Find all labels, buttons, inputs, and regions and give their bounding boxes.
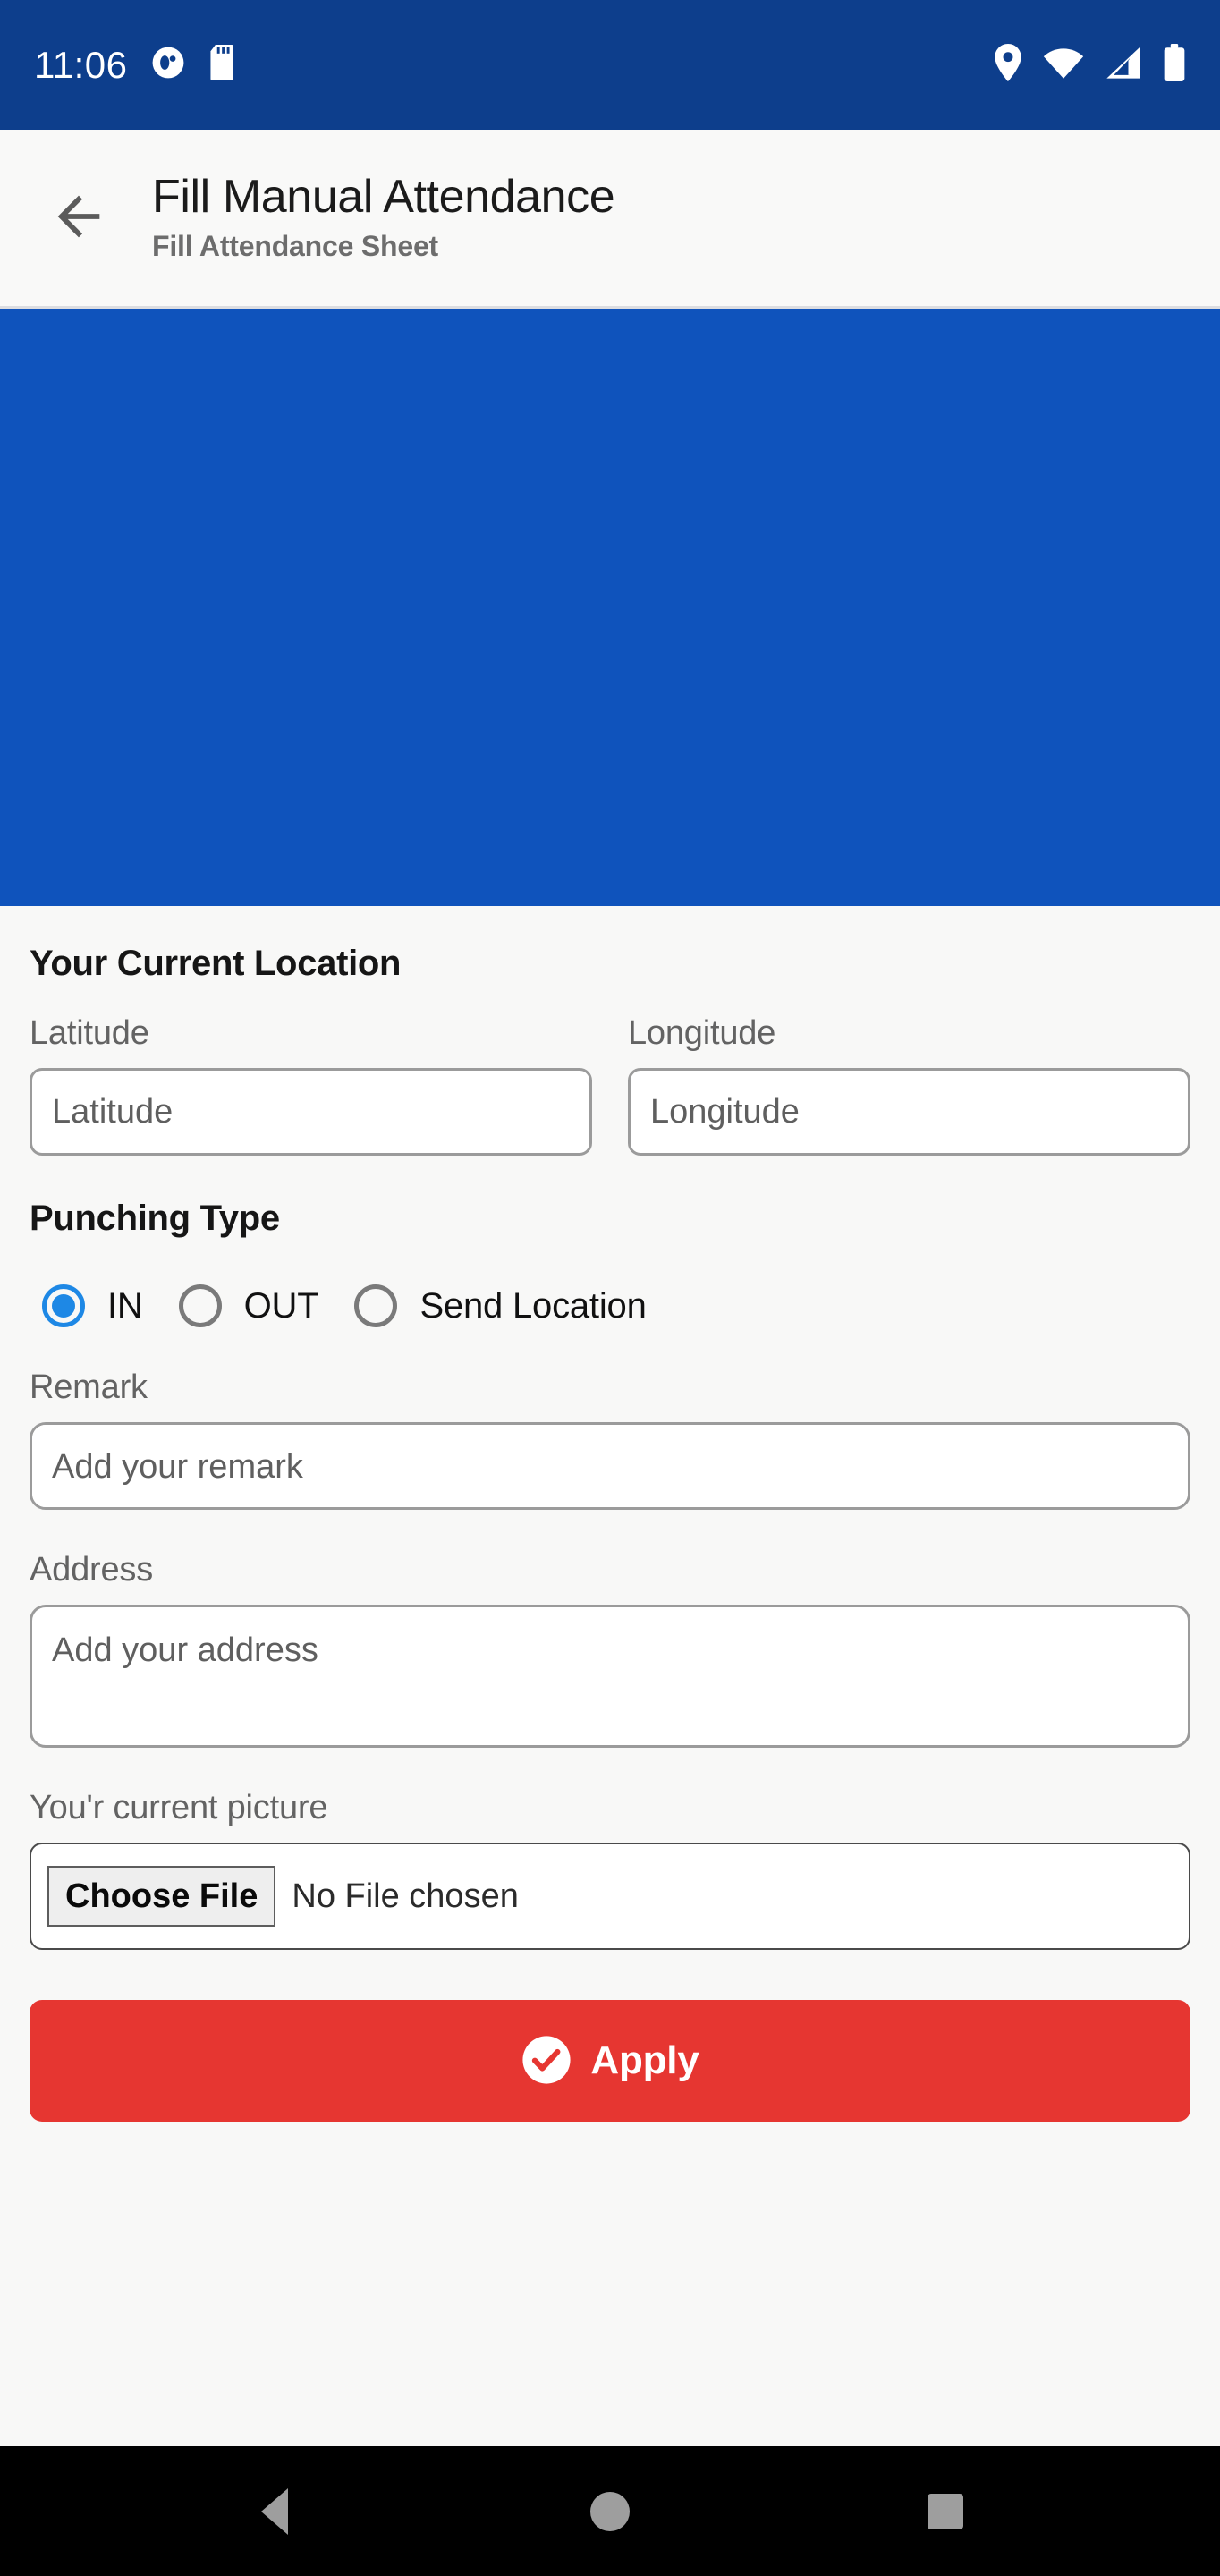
longitude-group: Longitude (628, 1014, 1190, 1156)
picture-label: You'r current picture (30, 1789, 328, 1826)
picture-group: You'r current picture Choose File No Fil… (30, 1789, 1190, 1950)
radio-label-send-location: Send Location (419, 1285, 647, 1326)
nav-back-icon (261, 2487, 289, 2535)
choose-file-button[interactable]: Choose File (47, 1866, 276, 1927)
latitude-label: Latitude (30, 1014, 149, 1052)
apply-button-label: Apply (590, 2038, 699, 2082)
nav-home-button[interactable] (556, 2458, 664, 2565)
status-bar-right (993, 44, 1186, 86)
map-placeholder[interactable] (0, 309, 1220, 906)
file-picker[interactable]: Choose File No File chosen (30, 1843, 1190, 1950)
longitude-label: Longitude (628, 1014, 776, 1052)
file-status-text: No File chosen (292, 1877, 519, 1915)
address-input[interactable] (30, 1605, 1190, 1748)
radio-label-in: IN (107, 1285, 143, 1326)
page-subtitle: Fill Attendance Sheet (152, 229, 439, 262)
back-arrow-icon (47, 185, 110, 250)
remark-input[interactable] (30, 1422, 1190, 1510)
back-button[interactable] (36, 175, 122, 261)
lat-lng-row: Latitude Longitude (30, 1014, 1190, 1156)
app-bar: Fill Manual Attendance Fill Attendance S… (0, 130, 1220, 309)
app-bar-titles: Fill Manual Attendance Fill Attendance S… (152, 170, 615, 266)
wifi-icon (1043, 47, 1084, 83)
radio-option-out[interactable]: OUT (178, 1284, 319, 1327)
radio-icon-send-location[interactable] (354, 1284, 398, 1327)
android-nav-bar (0, 2446, 1220, 2576)
radio-option-send-location[interactable]: Send Location (354, 1284, 647, 1327)
apply-button[interactable]: Apply (30, 2000, 1190, 2122)
remark-group: Remark (30, 1368, 1190, 1510)
longitude-input[interactable] (628, 1068, 1190, 1156)
radio-icon-in[interactable] (42, 1284, 85, 1327)
latitude-input[interactable] (30, 1068, 592, 1156)
app-circle-icon (151, 46, 185, 84)
sd-card-icon (208, 45, 239, 85)
radio-icon-out[interactable] (178, 1284, 222, 1327)
radio-option-in[interactable]: IN (42, 1284, 143, 1327)
latitude-group: Latitude (30, 1014, 592, 1156)
radio-label-out: OUT (243, 1285, 319, 1326)
page-title: Fill Manual Attendance (152, 170, 615, 223)
nav-recents-icon (927, 2493, 963, 2529)
status-bar: 11:06 (0, 0, 1220, 130)
location-pin-icon (993, 44, 1023, 86)
nav-back-button[interactable] (221, 2458, 328, 2565)
nav-home-icon (589, 2491, 630, 2531)
apply-section: Apply (30, 2000, 1190, 2150)
address-group: Address (30, 1551, 1190, 1748)
punching-type-heading: Punching Type (30, 1199, 280, 1238)
phone-screen: 11:06 Fill Manual Attendance Fill Attend… (0, 0, 1220, 2576)
punching-type-radio-group: IN OUT Send Location (30, 1284, 1190, 1327)
status-clock: 11:06 (34, 43, 128, 86)
battery-icon (1163, 44, 1186, 86)
signal-bars-icon (1104, 46, 1143, 84)
check-circle-icon (521, 2034, 572, 2089)
status-bar-left: 11:06 (34, 45, 239, 85)
attendance-form: Your Current Location Latitude Longitude… (0, 906, 1220, 2446)
nav-recents-button[interactable] (892, 2458, 999, 2565)
remark-label: Remark (30, 1368, 148, 1406)
current-location-heading: Your Current Location (30, 944, 402, 983)
address-label: Address (30, 1551, 154, 1589)
